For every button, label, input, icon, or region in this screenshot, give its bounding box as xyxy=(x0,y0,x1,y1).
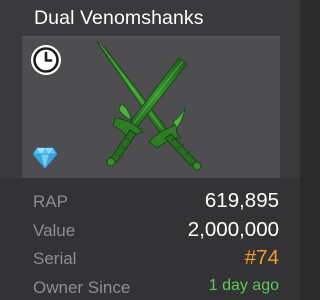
item-stats: RAP 619,895 Value 2,000,000 Serial #74 O… xyxy=(0,178,300,300)
value-label: Value xyxy=(33,221,76,240)
item-card[interactable]: Dual Venomshanks RAP 619,895 Value 2,000… xyxy=(0,0,300,300)
owner-since-label: Owner Since xyxy=(33,278,131,297)
rap-label: RAP xyxy=(33,192,68,211)
stat-row-serial: Serial #74 xyxy=(0,245,300,273)
stat-row-value: Value 2,000,000 xyxy=(0,217,300,245)
item-header: Dual Venomshanks xyxy=(0,0,300,36)
rap-value: 619,895 xyxy=(204,189,279,212)
item-title: Dual Venomshanks xyxy=(34,7,204,29)
diamond-icon xyxy=(32,147,58,169)
serial-value: #74 xyxy=(244,246,279,269)
owner-since-value: 1 day ago xyxy=(208,277,279,294)
crossed-swords-icon xyxy=(96,41,202,171)
stat-row-owner-since: Owner Since 1 day ago xyxy=(0,274,300,300)
stat-row-rap: RAP 619,895 xyxy=(0,188,300,216)
clock-icon xyxy=(31,45,61,75)
value-value: 2,000,000 xyxy=(187,218,279,241)
serial-label: Serial xyxy=(33,249,77,268)
